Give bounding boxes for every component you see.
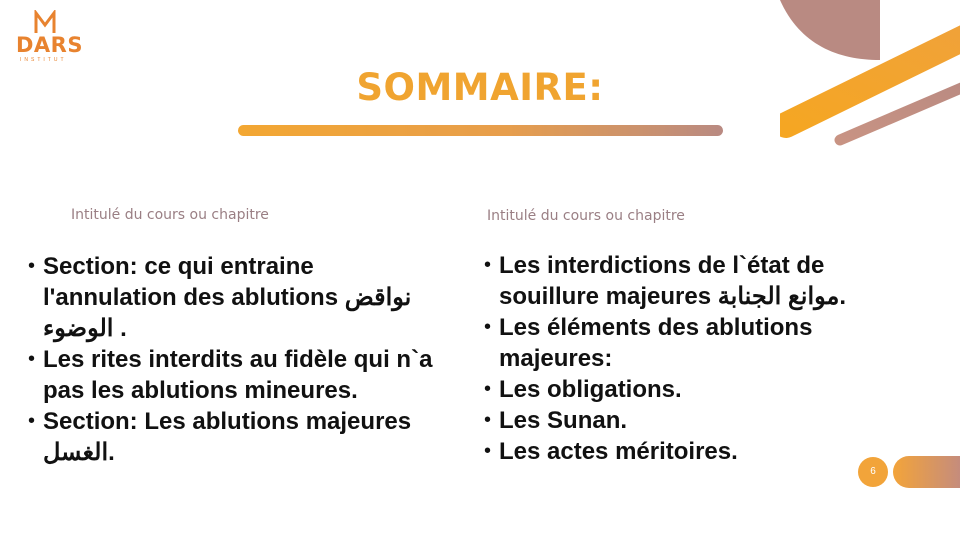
dars-logo-icon — [34, 10, 56, 33]
title-underline-bar — [238, 125, 723, 136]
right-column-heading: Intitulé du cours ou chapitre — [487, 208, 685, 224]
decorative-side-tab — [893, 456, 960, 488]
list-item: Section: Les ablutions majeures الغسل. — [28, 406, 448, 468]
list-item: Les actes méritoires. — [484, 436, 884, 467]
list-item: Les interdictions de l`état de souillure… — [484, 250, 884, 312]
list-item: Section: ce qui entraine l'annulation de… — [28, 251, 448, 344]
list-item: Les rites interdits au fidèle qui n`a pa… — [28, 344, 448, 406]
logo-subtitle: INSTITUT — [20, 57, 67, 63]
page-title: SOMMAIRE: — [356, 66, 604, 109]
list-item: Les éléments des ablutions majeures: — [484, 312, 884, 374]
page-number-badge: 6 — [858, 457, 888, 487]
list-item: Les Sunan. — [484, 405, 884, 436]
logo-wordmark: DARS — [16, 33, 83, 57]
left-bullet-list: Section: ce qui entraine l'annulation de… — [28, 251, 448, 468]
dars-logo: DARS INSTITUT — [16, 10, 82, 64]
list-item: Les obligations. — [484, 374, 884, 405]
right-bullet-list: Les interdictions de l`état de souillure… — [484, 250, 884, 467]
left-column-heading: Intitulé du cours ou chapitre — [71, 207, 269, 223]
